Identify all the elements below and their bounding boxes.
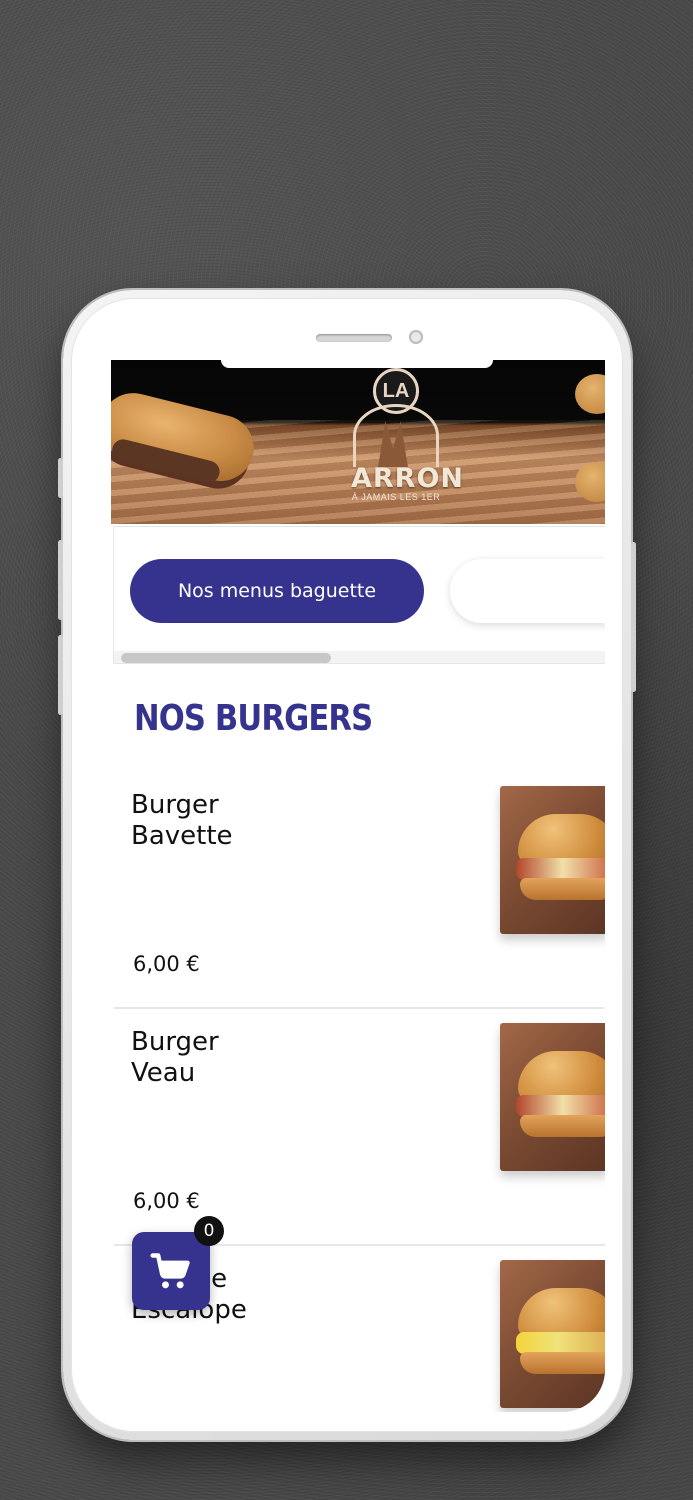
phone-notch bbox=[221, 360, 493, 368]
item-image[interactable] bbox=[500, 1260, 605, 1408]
phone-volume-up bbox=[58, 540, 63, 620]
burger-image bbox=[516, 814, 605, 914]
item-price: 6,00 € bbox=[133, 952, 200, 976]
phone-silent-switch bbox=[58, 458, 63, 498]
phone-power-button bbox=[631, 542, 636, 692]
phone-camera bbox=[409, 330, 423, 344]
phone-frame: LA ARRON À JAMAIS LES 1ER Nos menus bagu… bbox=[58, 290, 636, 1440]
cart-icon bbox=[150, 1253, 190, 1289]
section-title: NOS BURGERS bbox=[134, 698, 373, 739]
banner-bun-top bbox=[575, 374, 605, 414]
tab-nos-menus-baguette[interactable]: Nos menus baguette bbox=[130, 559, 424, 623]
header-banner: LA ARRON À JAMAIS LES 1ER bbox=[111, 360, 605, 524]
item-image[interactable] bbox=[500, 786, 605, 934]
burger-image bbox=[516, 1288, 605, 1388]
tab-next-category[interactable] bbox=[450, 559, 605, 623]
logo-arc bbox=[353, 404, 439, 467]
category-tabs: Nos menus baguette bbox=[113, 526, 605, 664]
menu-item[interactable]: Burger Bavette 6,00 € bbox=[114, 772, 605, 1009]
phone-volume-down bbox=[58, 635, 63, 715]
cart-count-badge: 0 bbox=[194, 1216, 224, 1246]
phone-bezel: LA ARRON À JAMAIS LES 1ER Nos menus bagu… bbox=[71, 298, 623, 1432]
app-screen: LA ARRON À JAMAIS LES 1ER Nos menus bagu… bbox=[111, 360, 605, 1412]
cart-button[interactable]: 0 bbox=[132, 1216, 224, 1310]
restaurant-logo: LA ARRON À JAMAIS LES 1ER bbox=[351, 368, 465, 518]
item-price: 6,00 € bbox=[133, 1189, 200, 1213]
item-name: Burger Bavette bbox=[131, 790, 233, 851]
logo-tagline: À JAMAIS LES 1ER bbox=[351, 492, 441, 502]
logo-name: ARRON bbox=[351, 463, 465, 494]
burger-image bbox=[516, 1051, 605, 1151]
item-image[interactable] bbox=[500, 1023, 605, 1171]
menu-item[interactable]: Burger Veau 6,00 € bbox=[114, 1009, 605, 1246]
item-name: Burger Veau bbox=[131, 1027, 219, 1088]
tabs-scrollbar[interactable] bbox=[114, 651, 605, 663]
tabs-scrollbar-thumb[interactable] bbox=[121, 653, 331, 663]
phone-speaker bbox=[316, 334, 392, 342]
